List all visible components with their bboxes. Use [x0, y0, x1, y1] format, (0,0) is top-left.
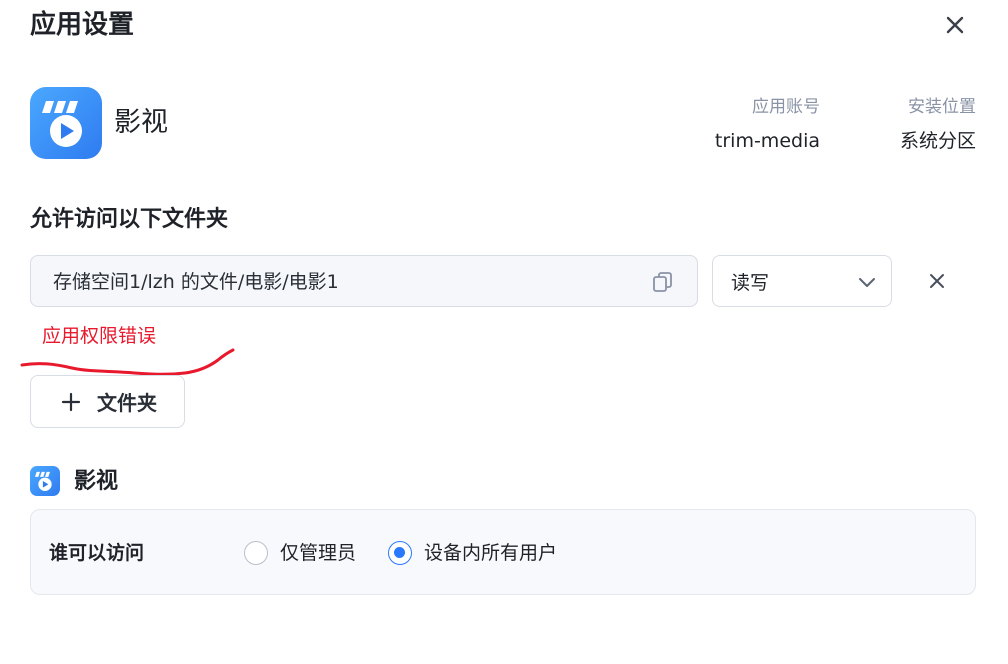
- access-app-name: 影视: [74, 469, 119, 494]
- radio-all-users-label: 设备内所有用户: [424, 542, 558, 564]
- film-clapper-play-icon: [42, 101, 82, 147]
- copy-icon[interactable]: [651, 270, 675, 294]
- permission-select[interactable]: 读写: [712, 255, 892, 307]
- install-location-value: 系统分区: [899, 130, 976, 152]
- app-header: 影视 应用账号 trim-media 安装位置 系统分区: [30, 87, 976, 159]
- app-account-label: 应用账号: [752, 97, 820, 117]
- remove-folder-button[interactable]: [922, 266, 952, 296]
- app-name: 影视: [114, 107, 168, 138]
- folder-path-text: 存储空间1/lzh 的文件/电影/电影1: [53, 271, 339, 293]
- app-icon: [30, 87, 102, 159]
- plus-icon: [61, 392, 81, 412]
- install-location-label: 安装位置: [908, 97, 976, 117]
- close-dialog-button[interactable]: [940, 10, 970, 40]
- film-clapper-play-icon: [35, 471, 52, 491]
- permission-select-value: 读写: [731, 272, 770, 294]
- add-folder-button[interactable]: 文件夹: [30, 375, 185, 428]
- radio-circle[interactable]: [244, 541, 268, 565]
- chevron-down-icon: [859, 278, 875, 287]
- page-title: 应用设置: [30, 10, 135, 40]
- radio-circle-selected[interactable]: [388, 541, 412, 565]
- close-icon: [946, 16, 964, 34]
- access-label: 谁可以访问: [49, 542, 145, 564]
- app-icon-small: [30, 466, 60, 496]
- app-account-value: trim-media: [714, 130, 820, 152]
- add-folder-label: 文件夹: [97, 391, 157, 415]
- install-location-info: 安装位置 系统分区: [900, 95, 976, 155]
- radio-all-users[interactable]: 设备内所有用户: [388, 541, 588, 567]
- folder-path-field[interactable]: 存储空间1/lzh 的文件/电影/电影1: [30, 255, 698, 307]
- radio-admin-only[interactable]: 仅管理员: [244, 541, 374, 567]
- access-panel: 谁可以访问 仅管理员 设备内所有用户: [30, 509, 976, 595]
- radio-admin-only-label: 仅管理员: [280, 542, 357, 564]
- folders-section-title: 允许访问以下文件夹: [30, 207, 229, 232]
- close-icon: [930, 274, 944, 288]
- app-account-info: 应用账号 trim-media: [715, 95, 820, 155]
